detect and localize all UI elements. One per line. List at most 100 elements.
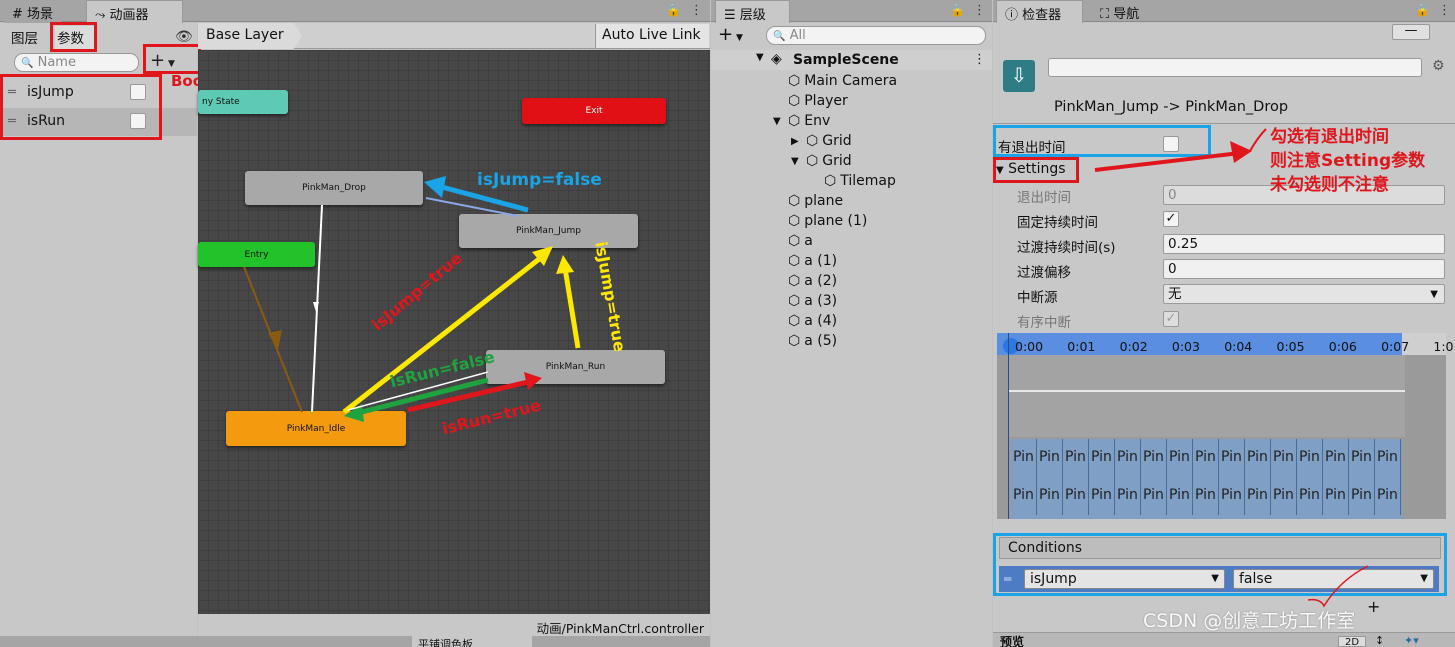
hierarchy-item-label: Main Camera bbox=[804, 73, 898, 89]
hierarchy-item[interactable]: ⬡ a (2) bbox=[788, 271, 837, 291]
arrowhead-drop-idle bbox=[313, 302, 319, 312]
controller-path: 动画/PinkManCtrl.controller bbox=[198, 614, 710, 636]
bottom-tabbar bbox=[0, 636, 710, 647]
hierarchy-item[interactable]: ⬡ Tilemap bbox=[824, 171, 896, 191]
gameobject-cube-icon: ⬡ bbox=[788, 333, 801, 349]
hierarchy-item[interactable]: ⬡ a (4) bbox=[788, 311, 837, 331]
ordered-interruption-label: 有序中断 bbox=[1017, 315, 1071, 331]
animator-icon: ⤳ bbox=[95, 8, 106, 23]
eye-icon[interactable]: 👁 bbox=[175, 29, 193, 45]
chevron-down-icon[interactable]: ▼ bbox=[773, 116, 781, 127]
hierarchy-item[interactable]: ⬡ plane (1) bbox=[788, 211, 867, 231]
transition-name-input[interactable] bbox=[1048, 58, 1422, 77]
note-line-2: 则注意Setting参数 bbox=[1270, 151, 1426, 171]
timeline-tick-label: 0:00 bbox=[1015, 339, 1044, 354]
gameobject-cube-icon: ⬡ bbox=[788, 293, 801, 309]
timeline-tick-label: 1:0 bbox=[1433, 339, 1454, 354]
hierarchy-item[interactable]: ⬡ a (5) bbox=[788, 331, 837, 351]
more-icon[interactable]: ⋮ bbox=[690, 3, 703, 18]
transition-duration-field[interactable]: 0.25 bbox=[1163, 234, 1445, 254]
clip-segment: Pin bbox=[1037, 477, 1063, 515]
hierarchy-item[interactable]: ▶ ⬡ Grid bbox=[791, 131, 852, 151]
param-search-input[interactable]: 🔍 Name bbox=[14, 53, 139, 72]
chevron-down-icon[interactable]: ▼ bbox=[756, 52, 764, 63]
more-icon[interactable]: ⋮ bbox=[973, 52, 986, 67]
fixed-duration-checkbox[interactable]: ✓ bbox=[1163, 211, 1179, 227]
timeline-tick-label: 0:06 bbox=[1328, 339, 1357, 354]
create-button[interactable]: + ▼ bbox=[718, 26, 743, 47]
highlight-params-tab bbox=[50, 22, 97, 52]
interruption-source-label: 中断源 bbox=[1017, 290, 1058, 306]
transition-icon: ⇩ bbox=[1003, 60, 1035, 92]
transition-offset-field[interactable]: 0 bbox=[1163, 259, 1445, 279]
fixed-duration-label: 固定持续时间 bbox=[1017, 215, 1098, 231]
transition-arrows bbox=[243, 176, 581, 422]
clip-segment: Pin bbox=[1297, 477, 1323, 515]
hierarchy-item[interactable]: ⬡ a (1) bbox=[788, 251, 837, 271]
preview-2d-button[interactable]: 2D bbox=[1338, 636, 1366, 647]
clip-segment: Pin bbox=[1141, 439, 1167, 477]
hierarchy-item-label: Tilemap bbox=[840, 173, 896, 189]
breadcrumb[interactable]: Base Layer bbox=[198, 23, 302, 49]
tab-animator[interactable]: ⤳ 动画器 bbox=[86, 0, 183, 23]
chevron-right-icon[interactable]: ▶ bbox=[791, 136, 799, 147]
clip-segment: Pin bbox=[1349, 439, 1375, 477]
more-icon[interactable]: ⋮ bbox=[973, 3, 986, 18]
light-icon[interactable]: ↕ bbox=[1375, 634, 1384, 647]
hierarchy-item-label: Player bbox=[804, 93, 848, 109]
clip-segment: Pin bbox=[1011, 439, 1037, 477]
annotation-note: 勾选有退出时间 则注意Setting参数 未勾选则不注意 bbox=[1270, 125, 1425, 197]
transition-duration-label: 过渡持续时间(s) bbox=[1017, 240, 1116, 256]
clip-segment: Pin bbox=[1271, 439, 1297, 477]
clip-segment: Pin bbox=[1167, 439, 1193, 477]
collapse-button[interactable]: — bbox=[1392, 24, 1430, 40]
gear-icon[interactable]: ⚙ bbox=[1432, 58, 1445, 74]
timeline-blend-area bbox=[1008, 355, 1405, 437]
hierarchy-item-label: Grid bbox=[822, 133, 852, 149]
tab-navigation[interactable]: ⛶ 导航 bbox=[1092, 0, 1147, 23]
clip-segment: Pin bbox=[1115, 477, 1141, 515]
watermark: CSDN @创意工坊工作室 bbox=[1143, 610, 1356, 632]
hierarchy-search-input[interactable]: 🔍 All bbox=[766, 26, 986, 45]
hierarchy-item[interactable]: ⬡ a bbox=[788, 231, 813, 251]
info-icon: ⓘ bbox=[1005, 8, 1019, 23]
arrowhead-idle-run bbox=[524, 372, 542, 390]
hierarchy-item[interactable]: ⬡ a (3) bbox=[788, 291, 837, 311]
scene-row[interactable]: ▼ ◈ SampleScene ⋮ bbox=[711, 50, 992, 70]
list-icon: ☰ bbox=[724, 8, 736, 23]
clip-segment: Pin bbox=[1297, 439, 1323, 477]
lock-icon[interactable]: 🔒 bbox=[1415, 3, 1430, 17]
clip-segment: Pin bbox=[1323, 439, 1349, 477]
interruption-source-dropdown[interactable]: 无 ▼ bbox=[1163, 284, 1445, 304]
highlight-settings bbox=[993, 157, 1079, 183]
timeline-tick-label: 0:03 bbox=[1171, 339, 1200, 354]
arrow-run-jump bbox=[562, 267, 581, 349]
tab-scene[interactable]: # 场景 bbox=[4, 0, 62, 23]
auto-live-link-button[interactable]: Auto Live Link bbox=[595, 24, 709, 48]
tab-tile-palette[interactable]: 平铺调色板 bbox=[412, 636, 532, 647]
lock-icon[interactable]: 🔒 bbox=[666, 3, 681, 17]
exit-time-label: 退出时间 bbox=[1017, 190, 1071, 206]
clip-segment: Pin bbox=[1375, 439, 1401, 477]
tab-hierarchy[interactable]: ☰ 层级 bbox=[715, 0, 790, 23]
note-line-3: 未勾选则不注意 bbox=[1270, 175, 1389, 195]
clip-segment: Pin bbox=[1245, 439, 1271, 477]
note-arrow bbox=[1094, 128, 1267, 172]
clip-track-source: Pin Pin Pin Pin Pin Pin Pin Pin Pin Pin Pin Pin Pin P… bbox=[1011, 439, 1402, 519]
chevron-down-icon[interactable]: ▼ bbox=[791, 156, 799, 167]
more-icon[interactable]: ⋮ bbox=[1438, 3, 1451, 18]
gameobject-cube-icon: ⬡ bbox=[788, 313, 801, 329]
lock-icon[interactable]: 🔒 bbox=[950, 3, 965, 17]
clip-segment: Pin bbox=[1323, 477, 1349, 515]
tab-layers[interactable]: 图层 bbox=[11, 27, 38, 47]
hierarchy-item[interactable]: ⬡ plane bbox=[788, 191, 843, 211]
avatar-icon[interactable]: ✦▾ bbox=[1404, 634, 1419, 647]
hierarchy-item[interactable]: ▼ ⬡ Grid bbox=[791, 151, 852, 171]
hierarchy-item[interactable]: ⬡ Player bbox=[788, 91, 848, 111]
clip-segment: Pin bbox=[1115, 439, 1141, 477]
tab-inspector[interactable]: ⓘ 检查器 bbox=[996, 0, 1083, 23]
note-line-1: 勾选有退出时间 bbox=[1270, 127, 1389, 147]
clip-segment: Pin bbox=[1167, 477, 1193, 515]
hierarchy-item[interactable]: ▼ ⬡ Env bbox=[773, 111, 830, 131]
hierarchy-item[interactable]: ⬡ Main Camera bbox=[788, 71, 897, 91]
